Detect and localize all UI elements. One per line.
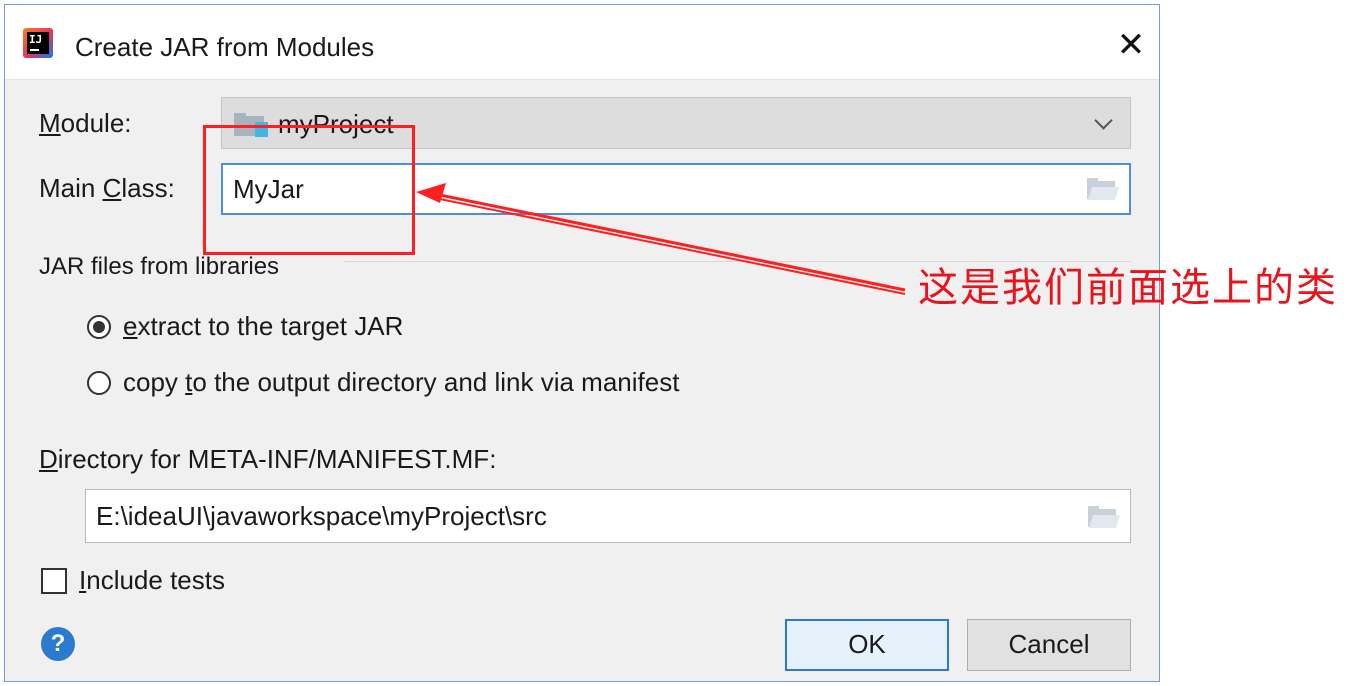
annotation-arrow	[416, 183, 906, 295]
annotation-text: 这是我们前面选上的类	[918, 265, 1338, 311]
